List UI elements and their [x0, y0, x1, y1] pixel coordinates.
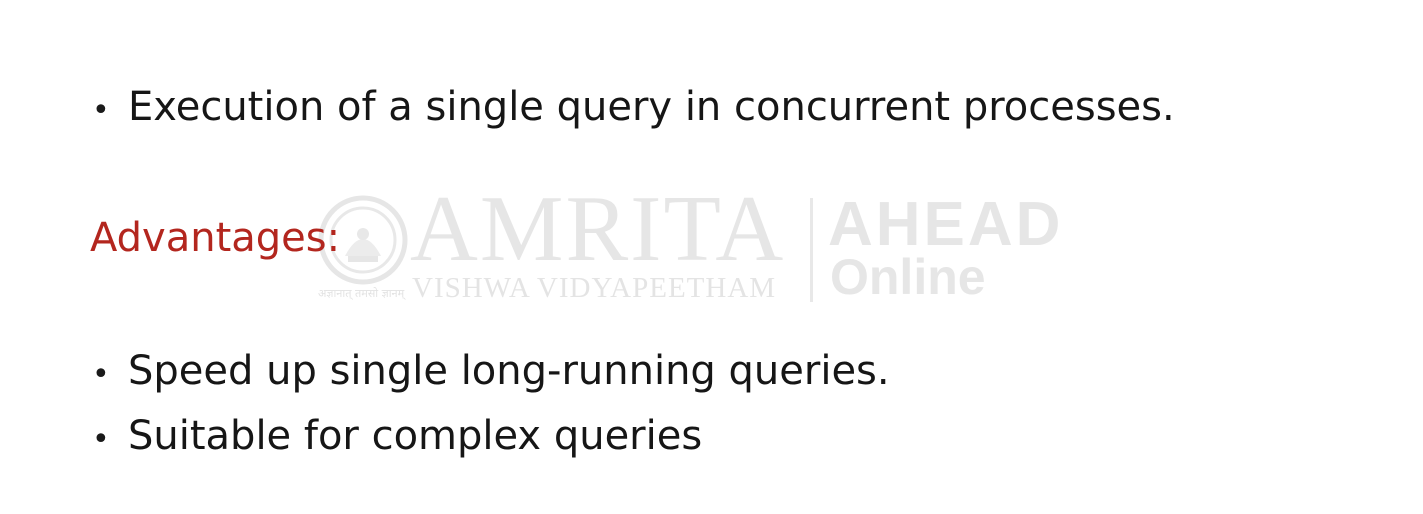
list-item-intro: • Execution of a single query in concurr… — [92, 84, 1175, 130]
bullet-icon: • — [92, 422, 110, 457]
bullet-icon: • — [92, 357, 110, 392]
advantage-text: Speed up single long-running queries. — [128, 348, 890, 394]
advantages-heading: Advantages: — [90, 215, 341, 261]
list-item-advantage: • Suitable for complex queries — [92, 413, 702, 459]
advantage-text: Suitable for complex queries — [128, 413, 703, 459]
bullet-icon: • — [92, 93, 110, 128]
slide-content: • Execution of a single query in concurr… — [0, 0, 1423, 514]
intro-bullet-text: Execution of a single query in concurren… — [128, 84, 1175, 130]
list-item-advantage: • Speed up single long-running queries. — [92, 348, 890, 394]
